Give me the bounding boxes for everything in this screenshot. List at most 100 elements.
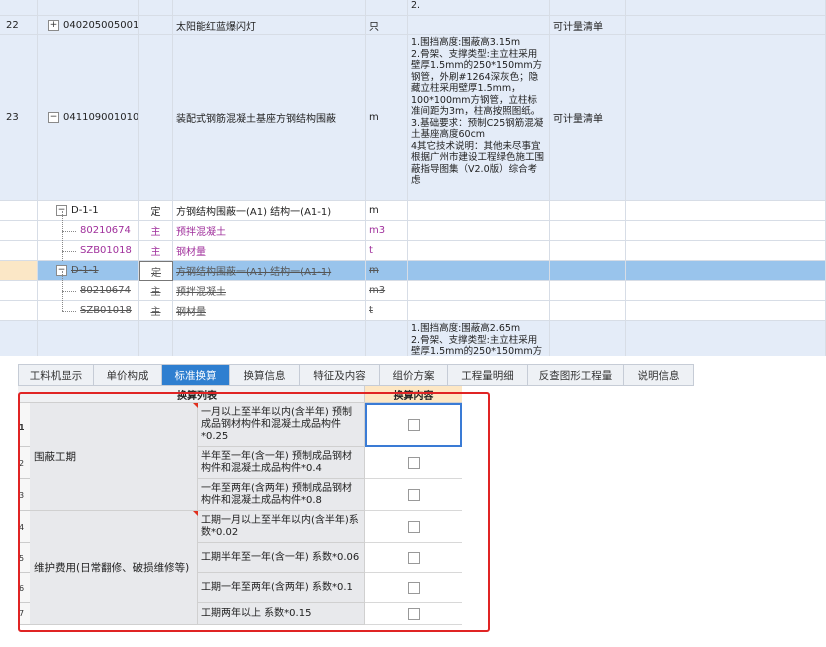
row-type: 主 — [139, 221, 173, 241]
conversion-checkbox-cell[interactable] — [365, 603, 462, 625]
tab-description[interactable]: 说明信息 — [624, 364, 694, 386]
row-unit: m3 — [366, 221, 408, 241]
checkbox[interactable] — [407, 419, 420, 431]
grid-row-material[interactable]: SZB01018 主 钢材量 t — [0, 241, 826, 261]
row-unit: t — [366, 241, 408, 261]
row-feature — [408, 16, 550, 35]
header-conversion-content: 换算内容 — [365, 386, 462, 403]
conversion-checkbox-cell[interactable] — [365, 511, 462, 543]
row-type: 主 — [139, 301, 173, 321]
grid-row-quota[interactable]: − D-1-1 定 方钢结构围蔽一(A1) 结构一(A1-1) m — [0, 201, 826, 221]
checkbox[interactable] — [407, 607, 420, 620]
row-name: 钢材量 — [173, 301, 366, 321]
row-code: D-1-1 — [71, 265, 99, 276]
row-code: 80210674 — [38, 221, 139, 241]
grid-row-material[interactable]: 80210674 主 预拌混凝土 m3 — [0, 221, 826, 241]
row-number: 3 — [18, 479, 30, 511]
grid-row-material-struck[interactable]: 80210674 主 预拌混凝土 m3 — [0, 281, 826, 301]
row-name-text: 预拌混凝土 — [176, 287, 226, 298]
row-code: SZB01018 — [38, 241, 139, 261]
checkbox[interactable] — [407, 488, 420, 501]
conversion-checkbox-cell[interactable] — [365, 479, 462, 511]
tree-line — [62, 231, 76, 232]
row-rest — [626, 0, 826, 16]
row-unit: t — [366, 301, 408, 321]
row-name: 方钢结构围蔽一(A1) 结构一(A1-1) — [173, 261, 366, 281]
conversion-checkbox-cell[interactable] — [365, 447, 462, 479]
row-number: 7 — [18, 603, 30, 625]
tab-features[interactable]: 特征及内容 — [300, 364, 380, 386]
grid-row-22[interactable]: 22 + 040205005001 太阳能红蓝爆闪灯 只 可计量清单 — [0, 16, 826, 35]
tab-unit-price[interactable]: 单价构成 — [94, 364, 162, 386]
row-unit: m3 — [366, 281, 408, 301]
row-name: 预拌混凝土 — [173, 281, 366, 301]
row-code: SZB01018 — [80, 305, 132, 316]
grid-row-23[interactable]: 23 − 041109001010 装配式钢筋混凝土基座方钢结构围蔽 m 1.围… — [0, 35, 826, 201]
checkbox[interactable] — [407, 456, 420, 469]
row-note: 可计量清单 — [550, 16, 626, 35]
row-name-text: 钢材量 — [176, 307, 206, 318]
row-unit-text: t — [369, 305, 373, 316]
row-type: 主 — [139, 281, 173, 301]
row-index: 22 — [0, 16, 38, 35]
tab-pricing-scheme[interactable]: 组价方案 — [380, 364, 448, 386]
checkbox[interactable] — [407, 551, 420, 564]
checkbox[interactable] — [407, 520, 420, 533]
row-type: 定 — [139, 201, 173, 221]
row-feature — [408, 201, 550, 221]
conversion-checkbox-cell[interactable] — [365, 543, 462, 573]
row-name: 太阳能红蓝爆闪灯 — [173, 16, 366, 35]
row-index — [0, 241, 38, 261]
row-note — [550, 0, 626, 16]
tab-quantity-detail[interactable]: 工程量明细 — [448, 364, 528, 386]
conversion-checkbox-cell[interactable] — [365, 573, 462, 603]
row-note — [550, 221, 626, 241]
row-note — [550, 321, 626, 356]
row-note — [550, 301, 626, 321]
row-name — [173, 0, 366, 16]
expand-icon[interactable]: + — [48, 19, 59, 31]
row-number: 5 — [18, 543, 30, 573]
tab-conversion-info[interactable]: 换算信息 — [230, 364, 300, 386]
row-unit: 只 — [366, 16, 408, 35]
conversion-item: 工期两年以上 系数*0.15 — [198, 603, 365, 625]
checkbox[interactable] — [407, 581, 420, 594]
row-unit-text: m3 — [369, 285, 386, 296]
conversion-checkbox-cell[interactable] — [365, 403, 462, 447]
collapse-icon[interactable]: − — [48, 112, 59, 123]
tab-resource-display[interactable]: 工料机显示 — [18, 364, 94, 386]
row-name: 装配式钢筋混凝土基座方钢结构围蔽 — [173, 35, 366, 201]
bill-grid: 2. 22 + 040205005001 太阳能红蓝爆闪灯 只 可计量清单 23… — [0, 0, 826, 356]
row-code-cell: − D-1-1 — [38, 261, 139, 281]
grid-row-material-struck[interactable]: SZB01018 主 钢材量 t — [0, 301, 826, 321]
row-note — [550, 241, 626, 261]
row-unit — [366, 0, 408, 16]
row-index — [0, 221, 38, 241]
row-code: 040205005001 — [63, 19, 139, 31]
row-index — [0, 321, 38, 356]
row-number: 2 — [18, 447, 30, 479]
row-feature-text: 2. — [411, 0, 421, 11]
grid-row-partial-top[interactable]: 2. — [0, 0, 826, 16]
tab-standard-conversion[interactable]: 标准换算 — [162, 364, 230, 386]
row-type[interactable]: 定 — [139, 261, 173, 281]
row-name: 钢材量 — [173, 241, 366, 261]
grid-row-next[interactable]: 1.围挡高度:围蔽高2.65m 2.骨架、支撑类型:主立柱采用壁厚1.5mm的2… — [0, 321, 826, 356]
row-index — [0, 201, 38, 221]
tab-reverse-lookup[interactable]: 反查图形工程量 — [528, 364, 624, 386]
row-feature: 1.围挡高度:围蔽高3.15m 2.骨架、支撑类型:主立柱采用壁厚1.5mm的2… — [408, 35, 550, 201]
row-note — [550, 281, 626, 301]
row-feature — [408, 281, 550, 301]
row-code: 041109001010 — [63, 112, 139, 123]
row-feature — [408, 301, 550, 321]
row-rest — [626, 281, 826, 301]
conversion-item: 工期一年至两年(含两年) 系数*0.1 — [198, 573, 365, 603]
row-unit: m — [366, 201, 408, 221]
grid-row-quota-selected[interactable]: − D-1-1 定 方钢结构围蔽一(A1) 结构一(A1-1) m — [0, 261, 826, 281]
row-note — [550, 261, 626, 281]
row-rest — [626, 241, 826, 261]
tree-line — [62, 211, 63, 261]
row-unit — [366, 321, 408, 356]
row-type — [139, 321, 173, 356]
header-conversion-list: 换算列表 — [30, 386, 365, 403]
